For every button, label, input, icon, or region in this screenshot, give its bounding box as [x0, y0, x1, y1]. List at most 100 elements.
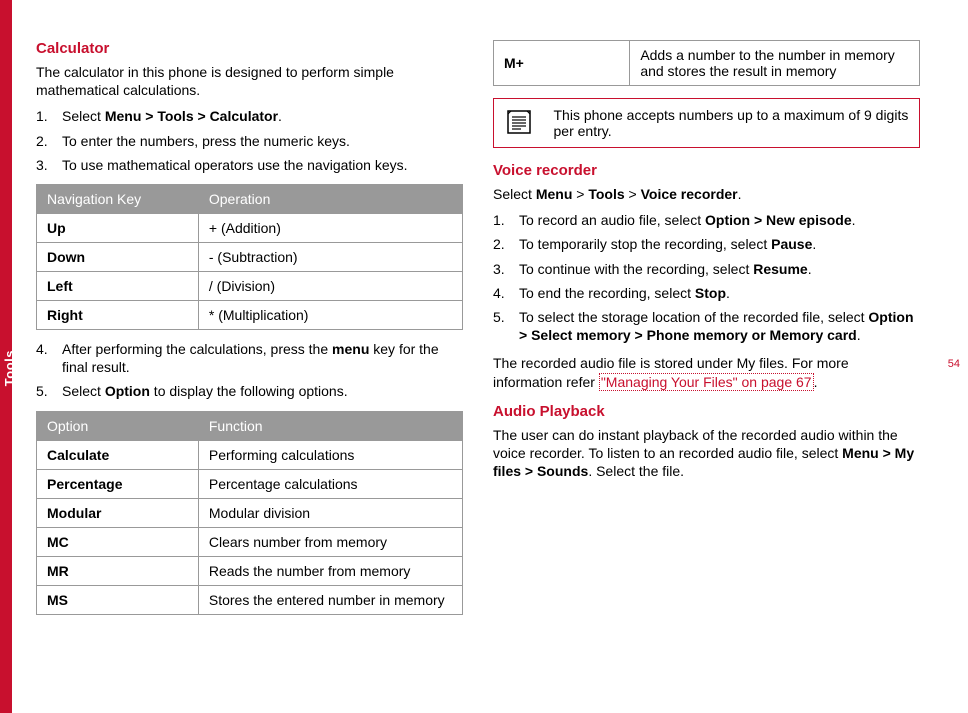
step-number: 3.: [36, 156, 62, 174]
text-run: .: [808, 261, 812, 277]
text-run: To temporarily stop the recording, selec…: [519, 236, 771, 252]
cell-value: Clears number from memory: [198, 527, 462, 556]
table-row: M+ Adds a number to the number in memory…: [494, 41, 920, 86]
option-table: Option Function CalculatePerforming calc…: [36, 411, 463, 615]
voice-step-5: 5. To select the storage location of the…: [493, 308, 920, 344]
bold-term: Pause: [771, 236, 812, 252]
step-text: To use mathematical operators use the na…: [62, 156, 463, 174]
table-header-row: Option Function: [37, 411, 463, 440]
text-run: .: [814, 374, 818, 390]
cell-value: - (Subtraction): [198, 242, 462, 271]
cell-key: M+: [494, 41, 630, 86]
bold-term: Option: [105, 383, 150, 399]
side-tab-tools: Tools: [2, 350, 22, 386]
text-run: . Select the file.: [588, 463, 684, 479]
table-row: Right* (Multiplication): [37, 300, 463, 329]
cell-value: Reads the number from memory: [198, 556, 462, 585]
calc-intro: The calculator in this phone is designed…: [36, 63, 463, 99]
text-run: .: [812, 236, 816, 252]
calc-steps-4-5: 4. After performing the calculations, pr…: [36, 340, 463, 401]
heading-voice-recorder: Voice recorder: [493, 162, 920, 179]
cell-key: MC: [37, 527, 199, 556]
text-run: To select the storage location of the re…: [519, 309, 868, 325]
cross-reference-link[interactable]: "Managing Your Files" on page 67: [599, 373, 814, 391]
table-row: MCClears number from memory: [37, 527, 463, 556]
step-text: To select the storage location of the re…: [519, 308, 920, 344]
bold-term: Voice recorder: [641, 186, 738, 202]
text-run: To continue with the recording, select: [519, 261, 753, 277]
option-table-continued: M+ Adds a number to the number in memory…: [493, 40, 920, 86]
cell-value: Stores the entered number in memory: [198, 585, 462, 614]
step-number: 4.: [36, 340, 62, 376]
note-box: This phone accepts numbers up to a maxim…: [493, 98, 920, 148]
step-number: 5.: [493, 308, 519, 344]
text-run: After performing the calculations, press…: [62, 341, 332, 357]
page-number: 54: [948, 358, 960, 370]
calc-step-4: 4. After performing the calculations, pr…: [36, 340, 463, 376]
col-header: Function: [198, 411, 462, 440]
text-run: .: [726, 285, 730, 301]
step-text: Select Menu > Tools > Calculator.: [62, 107, 463, 125]
voice-step-1: 1. To record an audio file, select Optio…: [493, 211, 920, 229]
text-run: .: [738, 186, 742, 202]
text-run: .: [278, 108, 282, 124]
cell-key: MS: [37, 585, 199, 614]
menu-path: Menu > Tools > Calculator: [105, 108, 278, 124]
cell-key: Up: [37, 213, 199, 242]
text-run: Select: [493, 186, 536, 202]
cell-value: / (Division): [198, 271, 462, 300]
left-column: Calculator The calculator in this phone …: [36, 40, 463, 673]
text-run: The user can do instant playback of the …: [493, 427, 898, 461]
text-run: To record an audio file, select: [519, 212, 705, 228]
step-text: To continue with the recording, select R…: [519, 260, 920, 278]
bold-term: Option > New episode: [705, 212, 852, 228]
step-number: 4.: [493, 284, 519, 302]
bold-term: Tools: [588, 186, 624, 202]
cell-value: * (Multiplication): [198, 300, 462, 329]
right-column: M+ Adds a number to the number in memory…: [493, 40, 920, 673]
table-row: MRReads the number from memory: [37, 556, 463, 585]
voice-tail-para: The recorded audio file is stored under …: [493, 354, 920, 390]
col-header: Navigation Key: [37, 184, 199, 213]
text-run: to display the following options.: [150, 383, 348, 399]
cell-key: Right: [37, 300, 199, 329]
note-icon-cell: [494, 99, 544, 148]
heading-calculator: Calculator: [36, 40, 463, 57]
cell-key: Left: [37, 271, 199, 300]
step-text: Select Option to display the following o…: [62, 382, 463, 400]
table-row: PercentagePercentage calculations: [37, 469, 463, 498]
voice-steps: 1. To record an audio file, select Optio…: [493, 211, 920, 344]
table-header-row: Navigation Key Operation: [37, 184, 463, 213]
cell-key: MR: [37, 556, 199, 585]
calc-step-2: 2. To enter the numbers, press the numer…: [36, 132, 463, 150]
cell-value: Performing calculations: [198, 440, 462, 469]
page-columns: Calculator The calculator in this phone …: [0, 0, 968, 713]
text-run: >: [572, 186, 588, 202]
step-text: To record an audio file, select Option >…: [519, 211, 920, 229]
text-run: >: [625, 186, 641, 202]
cell-key: Calculate: [37, 440, 199, 469]
heading-audio-playback: Audio Playback: [493, 403, 920, 420]
cell-key: Percentage: [37, 469, 199, 498]
text-run: .: [857, 327, 861, 343]
cell-key: Modular: [37, 498, 199, 527]
step-number: 3.: [493, 260, 519, 278]
note-icon: [505, 108, 533, 136]
note-text: This phone accepts numbers up to a maxim…: [544, 99, 920, 148]
step-text: To enter the numbers, press the numeric …: [62, 132, 463, 150]
step-number: 2.: [493, 235, 519, 253]
step-number: 1.: [493, 211, 519, 229]
col-header: Option: [37, 411, 199, 440]
voice-select-line: Select Menu > Tools > Voice recorder.: [493, 185, 920, 203]
bold-term: menu: [332, 341, 369, 357]
cell-key: Down: [37, 242, 199, 271]
cell-value: + (Addition): [198, 213, 462, 242]
text-run: Select: [62, 383, 105, 399]
calc-steps-1-3: 1. Select Menu > Tools > Calculator. 2. …: [36, 107, 463, 174]
text-run: To end the recording, select: [519, 285, 695, 301]
cell-value: Percentage calculations: [198, 469, 462, 498]
step-text: To temporarily stop the recording, selec…: [519, 235, 920, 253]
cell-value: Modular division: [198, 498, 462, 527]
cell-value: Adds a number to the number in memory an…: [630, 41, 920, 86]
table-row: MSStores the entered number in memory: [37, 585, 463, 614]
